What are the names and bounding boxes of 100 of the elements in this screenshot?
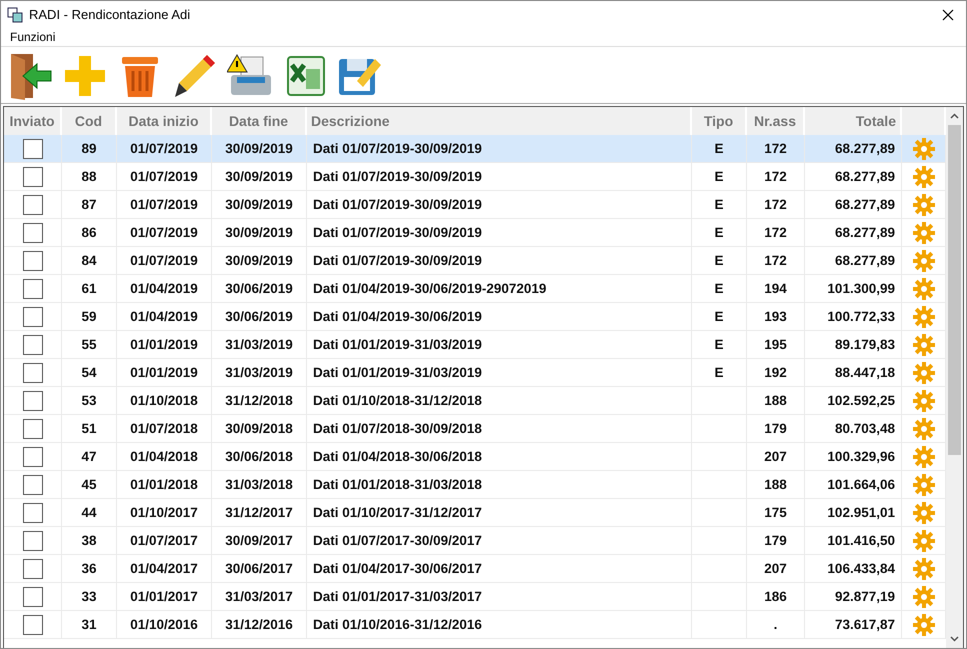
table-cell: 172 — [747, 247, 805, 275]
table-cell: E — [692, 191, 747, 219]
table-cell: Dati 01/01/2018-31/03/2018 — [307, 471, 692, 499]
table-cell: E — [692, 135, 747, 163]
table-cell: 89.179,83 — [805, 331, 902, 359]
table-cell: 30/06/2019 — [212, 303, 307, 331]
checkbox[interactable] — [22, 474, 42, 494]
checkbox[interactable] — [22, 306, 42, 326]
table-cell: 30/09/2019 — [212, 191, 307, 219]
table-cell: 01/07/2019 — [117, 191, 212, 219]
table-cell: 53 — [62, 387, 117, 415]
column-header[interactable]: Inviato — [4, 107, 62, 135]
column-header[interactable]: Data inizio — [117, 107, 212, 135]
table-cell: 31/12/2016 — [212, 611, 307, 639]
table-cell: Dati 01/10/2018-31/12/2018 — [307, 387, 692, 415]
scrollbar[interactable] — [946, 107, 963, 648]
table-cell: 172 — [747, 191, 805, 219]
table-cell: 30/06/2019 — [212, 275, 307, 303]
table-cell: 54 — [62, 359, 117, 387]
table-cell: 207 — [747, 555, 805, 583]
checkbox[interactable] — [22, 334, 42, 354]
table-cell: 01/01/2018 — [117, 471, 212, 499]
table-cell: 47 — [62, 443, 117, 471]
table-cell: E — [692, 275, 747, 303]
table-cell: Dati 01/01/2019-31/03/2019 — [307, 359, 692, 387]
table-cell: 01/07/2019 — [117, 247, 212, 275]
checkbox[interactable] — [22, 362, 42, 382]
table-cell: 68.277,89 — [805, 247, 902, 275]
scroll-up-icon[interactable] — [950, 113, 959, 119]
table-cell: 51 — [62, 415, 117, 443]
table-cell: 179 — [747, 415, 805, 443]
table-cell: 30/09/2017 — [212, 527, 307, 555]
table-cell: 186 — [747, 583, 805, 611]
checkbox[interactable] — [22, 390, 42, 410]
table-cell: 188 — [747, 387, 805, 415]
table-cell: 01/07/2017 — [117, 527, 212, 555]
table-cell: 30/09/2018 — [212, 415, 307, 443]
checkbox[interactable] — [22, 166, 42, 186]
table-cell: 31/03/2017 — [212, 583, 307, 611]
checkbox[interactable] — [22, 138, 42, 158]
table-cell: . — [747, 611, 805, 639]
table-cell: 31/03/2018 — [212, 471, 307, 499]
table-cell: 102.592,25 — [805, 387, 902, 415]
table-cell: 68.277,89 — [805, 219, 902, 247]
table-cell: E — [692, 331, 747, 359]
table-cell: 101.664,06 — [805, 471, 902, 499]
table-cell: 188 — [747, 471, 805, 499]
table-cell: 30/09/2019 — [212, 163, 307, 191]
column-header[interactable]: Cod — [62, 107, 117, 135]
menu-item[interactable]: Funzioni — [4, 30, 62, 44]
table-cell: 179 — [747, 527, 805, 555]
checkbox[interactable] — [22, 194, 42, 214]
scroll-thumb[interactable] — [948, 125, 961, 455]
table-cell: 31/12/2018 — [212, 387, 307, 415]
checkbox[interactable] — [22, 586, 42, 606]
table-cell: 30/09/2019 — [212, 247, 307, 275]
checkbox[interactable] — [22, 614, 42, 634]
table-cell: 92.877,19 — [805, 583, 902, 611]
table-cell: 01/10/2016 — [117, 611, 212, 639]
table-cell: 172 — [747, 163, 805, 191]
table-cell: E — [692, 219, 747, 247]
checkbox[interactable] — [22, 278, 42, 298]
checkbox[interactable] — [22, 502, 42, 522]
table-cell: 55 — [62, 331, 117, 359]
column-header[interactable]: Descrizione — [307, 107, 692, 135]
column-header[interactable]: Tipo — [692, 107, 747, 135]
table-cell: 73.617,87 — [805, 611, 902, 639]
pencil-icon — [172, 53, 216, 99]
table-cell: Dati 01/04/2019-30/06/2019-29072019 — [307, 275, 692, 303]
checkbox[interactable] — [22, 418, 42, 438]
table-cell: 84 — [62, 247, 117, 275]
checkbox[interactable] — [22, 446, 42, 466]
table-cell: 01/07/2018 — [117, 415, 212, 443]
checkbox[interactable] — [22, 530, 42, 550]
column-header[interactable]: Data fine — [212, 107, 307, 135]
table-cell: 100.772,33 — [805, 303, 902, 331]
table-cell: 59 — [62, 303, 117, 331]
table-cell: 01/04/2017 — [117, 555, 212, 583]
checkbox[interactable] — [22, 558, 42, 578]
table-cell: 30/06/2017 — [212, 555, 307, 583]
checkbox[interactable] — [22, 250, 42, 270]
table-cell: 30/09/2019 — [212, 219, 307, 247]
checkbox[interactable] — [22, 222, 42, 242]
table-cell: 101.416,50 — [805, 527, 902, 555]
close-icon[interactable] — [942, 8, 954, 20]
table-cell: 44 — [62, 499, 117, 527]
table-cell: Dati 01/10/2016-31/12/2016 — [307, 611, 692, 639]
table-cell: 31 — [62, 611, 117, 639]
table-cell: E — [692, 359, 747, 387]
table-cell: 80.703,48 — [805, 415, 902, 443]
table-cell: 31/03/2019 — [212, 359, 307, 387]
column-header[interactable]: Totale — [805, 107, 902, 135]
table-cell: Dati 01/07/2017-30/09/2017 — [307, 527, 692, 555]
table-cell: Dati 01/07/2019-30/09/2019 — [307, 191, 692, 219]
scroll-down-icon[interactable] — [950, 636, 959, 642]
table-cell: Dati 01/07/2019-30/09/2019 — [307, 163, 692, 191]
table-cell: 88 — [62, 163, 117, 191]
table-cell: 38 — [62, 527, 117, 555]
table-cell: Dati 01/07/2019-30/09/2019 — [307, 135, 692, 163]
column-header[interactable]: Nr.ass — [747, 107, 805, 135]
